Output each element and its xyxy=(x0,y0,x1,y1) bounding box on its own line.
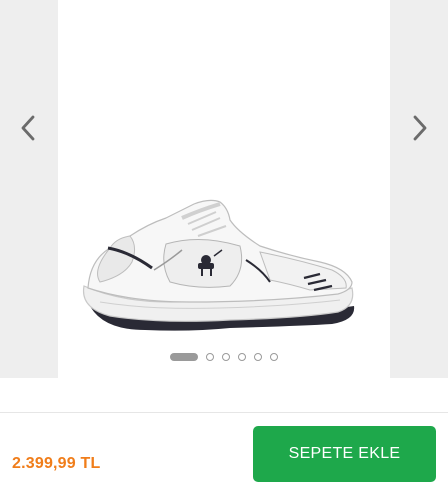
slide-dot[interactable] xyxy=(222,353,230,361)
add-to-cart-button[interactable]: SEPETE EKLE xyxy=(253,426,436,482)
previous-image-button[interactable] xyxy=(10,110,46,146)
previous-slide-preview xyxy=(0,0,58,378)
next-image-button[interactable] xyxy=(402,110,438,146)
slide-dot-active[interactable] xyxy=(170,353,198,361)
white-sneaker-image xyxy=(82,199,355,331)
slide-dot[interactable] xyxy=(238,353,246,361)
slide-dot[interactable] xyxy=(206,353,214,361)
slide-dot[interactable] xyxy=(270,353,278,361)
chevron-left-icon xyxy=(21,115,35,141)
bottom-bar-divider xyxy=(0,412,448,413)
chevron-right-icon xyxy=(413,115,427,141)
next-slide-preview xyxy=(390,0,448,378)
product-price: 2.399,99 TL xyxy=(12,455,101,472)
slide-indicator xyxy=(0,352,448,362)
slide-dot[interactable] xyxy=(254,353,262,361)
product-gallery[interactable] xyxy=(0,0,448,378)
